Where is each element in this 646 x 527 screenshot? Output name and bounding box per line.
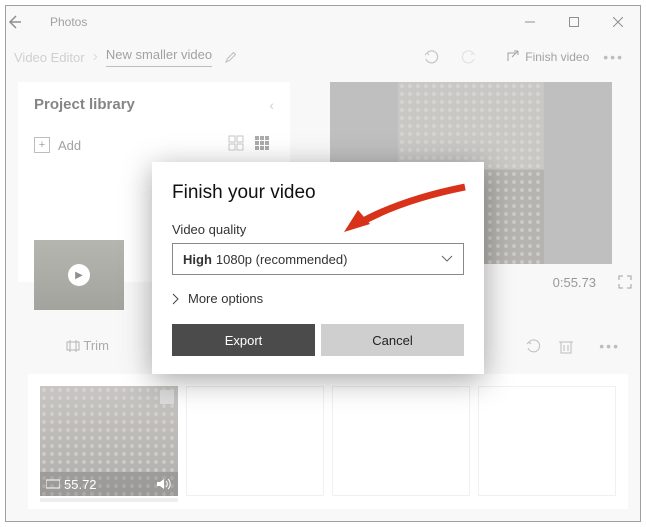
chevron-down-icon	[441, 255, 453, 263]
quality-value-rest: 1080p (recommended)	[216, 252, 348, 267]
quality-label: Video quality	[172, 222, 464, 237]
export-button[interactable]: Export	[172, 324, 315, 356]
dialog-title: Finish your video	[172, 182, 464, 204]
chevron-right-icon	[172, 293, 180, 305]
more-options-label: More options	[188, 291, 263, 306]
app-window: Photos Video Editor › New smaller video …	[5, 5, 641, 522]
cancel-button[interactable]: Cancel	[321, 324, 464, 356]
quality-select[interactable]: High 1080p (recommended)	[172, 243, 464, 275]
quality-value-bold: High	[183, 252, 212, 267]
more-options-toggle[interactable]: More options	[172, 291, 464, 306]
finish-video-dialog: Finish your video Video quality High 108…	[152, 162, 484, 374]
